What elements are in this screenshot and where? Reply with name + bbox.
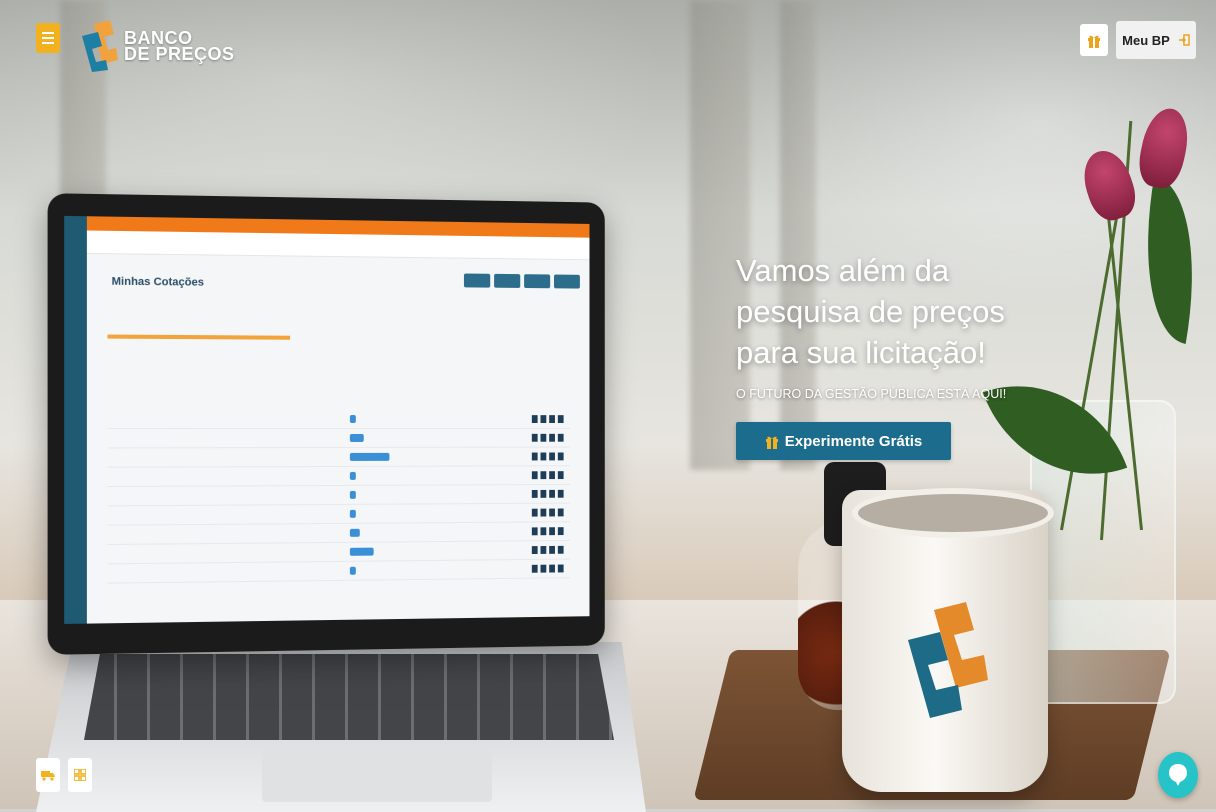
brand-name: BANCO DE PREÇOS [124, 28, 235, 64]
grid-icon [74, 769, 86, 781]
chat-button[interactable] [1158, 752, 1198, 798]
grid-button[interactable] [68, 758, 92, 792]
brand-logo[interactable]: BANCO DE PREÇOS [80, 20, 235, 72]
login-icon [1178, 34, 1190, 46]
table-row [107, 409, 571, 430]
mug-rim [852, 488, 1054, 538]
meu-bp-label: Meu BP [1122, 32, 1170, 48]
app-tab-indicator [107, 334, 291, 340]
laptop-touchpad [262, 744, 492, 802]
table-row [107, 447, 571, 468]
menu-button[interactable] [36, 23, 60, 53]
laptop-app-screenshot: Minhas Cotações [64, 215, 590, 624]
brand-mark-icon [82, 20, 118, 72]
gift-icon [1088, 35, 1100, 48]
app-sidebar [64, 215, 87, 624]
truck-icon [41, 771, 55, 781]
laptop-screen: Minhas Cotações [47, 193, 605, 655]
hamburger-icon [42, 32, 54, 34]
gift-icon [765, 436, 778, 449]
hero-title: Vamos além da pesquisa de preços para su… [736, 253, 1005, 370]
app-table [107, 409, 571, 613]
meu-bp-button[interactable]: Meu BP [1116, 21, 1196, 59]
app-toolbar [463, 273, 580, 289]
laptop-keyboard [84, 654, 614, 740]
try-free-button[interactable]: Experimente Grátis [736, 422, 951, 460]
truck-button[interactable] [36, 758, 60, 792]
hero-subtitle: O FUTURO DA GESTÃO PÚBLICA ESTÁ AQUI! [736, 387, 1007, 401]
chat-bubble-icon [1169, 764, 1187, 786]
table-row [107, 466, 571, 488]
gift-button[interactable] [1080, 24, 1108, 56]
table-row [107, 428, 571, 449]
mug-brand-logo [904, 600, 990, 725]
app-page-title: Minhas Cotações [111, 275, 204, 289]
try-free-label: Experimente Grátis [784, 432, 923, 450]
table-row [107, 559, 571, 584]
